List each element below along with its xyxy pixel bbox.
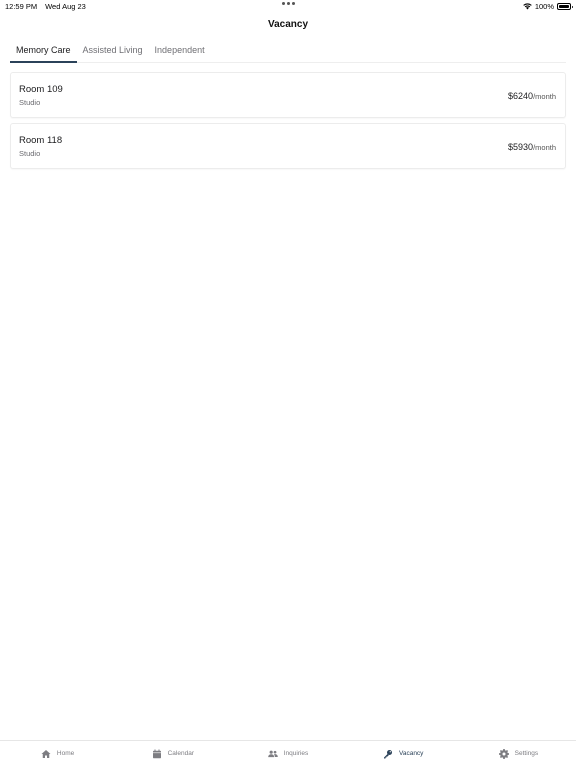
tabbar-label-settings: Settings: [514, 750, 539, 757]
calendar-icon: [152, 749, 161, 758]
wifi-icon: [523, 3, 532, 10]
people-icon: [267, 750, 278, 757]
price-period: /month: [533, 92, 556, 101]
tab-independent[interactable]: Independent: [149, 40, 211, 63]
room-name: Room 109: [19, 84, 63, 95]
tab-memory-care[interactable]: Memory Care: [10, 40, 77, 63]
room-list: Room 109 Studio $6240/month Room 118 Stu…: [10, 72, 566, 174]
care-type-tabs: Memory Care Assisted Living Independent: [10, 40, 566, 63]
page-title: Vacancy: [267, 19, 309, 30]
room-name: Room 118: [19, 135, 63, 146]
tab-assisted-living[interactable]: Assisted Living: [77, 40, 149, 63]
room-card[interactable]: Room 118 Studio $5930/month: [10, 123, 566, 169]
tabbar-item-home[interactable]: Home: [0, 741, 115, 768]
status-bar: 12:59 PM Wed Aug 23 100%: [0, 0, 576, 12]
battery-fill: [559, 5, 569, 8]
tabbar-label-home: Home: [56, 750, 75, 757]
status-date: Wed Aug 23: [45, 2, 86, 11]
gear-icon: [498, 748, 509, 759]
bottom-tab-bar: Home Calendar Inquiries Vacancy Settings: [0, 740, 576, 768]
room-price: $6240/month: [508, 91, 556, 101]
battery-icon: [557, 3, 573, 10]
tabbar-item-vacancy[interactable]: Vacancy: [346, 741, 461, 768]
room-type: Studio: [19, 98, 41, 107]
status-time: 12:59 PM: [5, 2, 38, 11]
price-amount: $6240: [508, 91, 534, 101]
tabbar-label-inquiries: Inquiries: [283, 750, 309, 757]
price-period: /month: [533, 143, 556, 152]
status-right: 100%: [523, 2, 573, 11]
key-icon: [383, 749, 392, 758]
tabbar-label-vacancy: Vacancy: [398, 750, 424, 757]
tabbar-item-settings[interactable]: Settings: [461, 741, 576, 768]
tabbar-label-calendar: Calendar: [167, 750, 194, 757]
room-price: $5930/month: [508, 142, 556, 152]
tabbar-item-inquiries[interactable]: Inquiries: [230, 741, 345, 768]
status-left: 12:59 PM Wed Aug 23: [5, 2, 86, 11]
room-type: Studio: [19, 149, 41, 158]
price-amount: $5930: [508, 142, 534, 152]
battery-percent: 100%: [534, 2, 554, 11]
home-icon: [41, 749, 51, 758]
multitasking-dots-icon[interactable]: [282, 2, 295, 5]
tabbar-item-calendar[interactable]: Calendar: [115, 741, 230, 768]
room-card[interactable]: Room 109 Studio $6240/month: [10, 72, 566, 118]
